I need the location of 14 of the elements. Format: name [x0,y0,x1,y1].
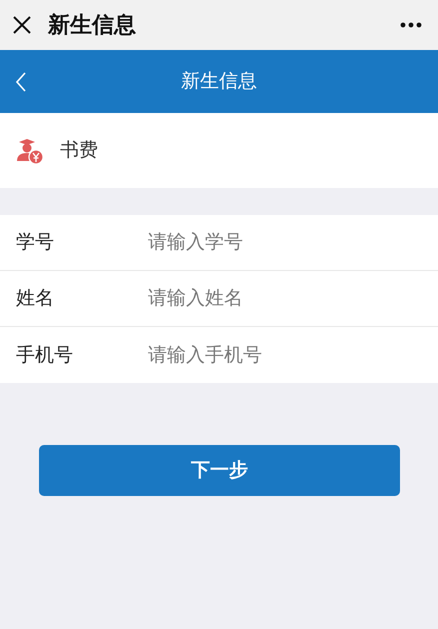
back-icon[interactable] [16,72,26,92]
input-field[interactable]: 请输入学号 [146,227,406,258]
fee-label: 书费 [60,138,98,164]
page-title: 新生信息 [181,69,257,94]
student-fee-icon [16,136,44,164]
next-button[interactable]: 下一步 [39,445,400,496]
window-title: 新生信息 [48,12,136,40]
input-field[interactable]: 请输入姓名 [146,283,406,314]
close-icon[interactable] [12,15,32,35]
field-label: 手机号 [16,342,74,368]
input-field[interactable]: 请输入手机号 [146,340,406,370]
more-icon[interactable] [400,22,422,28]
field-label: 姓名 [16,286,55,312]
field-label: 学号 [16,230,55,256]
